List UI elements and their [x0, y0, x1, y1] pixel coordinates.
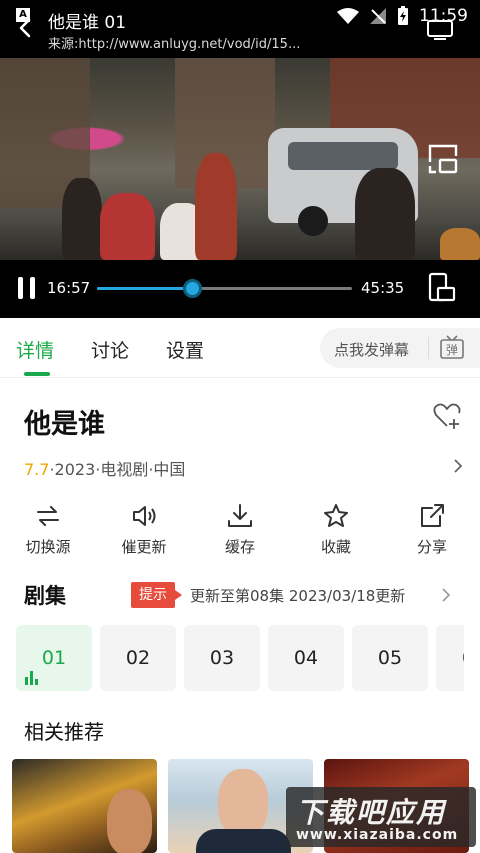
episode-list: 01 02 03 04 05 0	[16, 625, 464, 691]
switch-source-icon	[37, 506, 59, 526]
share-icon	[421, 504, 444, 527]
player-controls: 16:57 45:35	[0, 260, 480, 318]
danmaku-icon-text: 弹	[446, 343, 458, 357]
poster-figure	[107, 789, 152, 853]
pause-icon[interactable]	[16, 275, 38, 301]
picture-in-picture-icon[interactable]	[426, 142, 460, 176]
player-top-bar: A 他是谁 01 来源:http://www.anluyg.net/vod/id…	[0, 0, 480, 58]
episode-number: 04	[293, 647, 319, 669]
episodes-title: 剧集	[24, 584, 66, 608]
action-bar: 切换源 催更新 缓存 收藏 分享	[0, 498, 480, 562]
video-source: 来源:http://www.anluyg.net/vod/id/15...	[48, 37, 301, 52]
frame-person	[355, 168, 415, 260]
total-time: 45:35	[361, 279, 405, 297]
chevron-right-icon	[454, 459, 463, 473]
episode-item[interactable]: 05	[352, 625, 428, 691]
wifi-icon	[337, 8, 359, 24]
tab-bar: 详情 讨论 设置 点我发弹幕 弹	[0, 318, 480, 378]
poster-figure	[196, 829, 291, 853]
update-status[interactable]: 更新至第08集 2023/03/18更新	[190, 585, 405, 606]
speaker-icon	[133, 506, 156, 526]
show-meta[interactable]: 7.7·2023·电视剧·中国	[24, 456, 464, 479]
related-poster[interactable]	[12, 759, 157, 853]
chevron-right-icon[interactable]	[440, 586, 452, 604]
star-icon	[324, 504, 348, 527]
playing-bars-icon	[25, 671, 38, 685]
rotate-screen-icon[interactable]	[426, 272, 456, 304]
action-label: 切换源	[25, 538, 71, 556]
episode-item[interactable]: 0	[436, 625, 464, 691]
signal-off-icon	[370, 8, 386, 24]
cast-tv-icon[interactable]	[426, 18, 454, 40]
action-label: 缓存	[224, 538, 255, 556]
favorite-button[interactable]: 收藏	[296, 498, 376, 562]
episode-number: 01	[41, 647, 67, 669]
danmaku-toggle-icon[interactable]: 弹	[438, 333, 468, 363]
frame-person	[440, 228, 480, 260]
video-title: 他是谁 01	[48, 13, 127, 33]
tip-badge: 提示	[131, 582, 182, 608]
tab-settings[interactable]: 设置	[166, 336, 204, 363]
poster-figure	[218, 769, 268, 835]
active-tab-indicator	[24, 372, 50, 376]
tab-discussion[interactable]: 讨论	[91, 336, 129, 363]
download-icon	[228, 504, 252, 527]
episode-number: 05	[377, 647, 403, 669]
episode-item[interactable]: 03	[184, 625, 260, 691]
action-label: 分享	[416, 538, 447, 556]
tab-details[interactable]: 详情	[16, 336, 54, 363]
episode-number: 02	[125, 647, 151, 669]
related-title: 相关推荐	[24, 720, 104, 744]
request-update-button[interactable]: 催更新	[104, 498, 184, 562]
episode-item[interactable]: 01	[16, 625, 92, 691]
switch-source-button[interactable]: 切换源	[8, 498, 88, 562]
episode-item[interactable]: 04	[268, 625, 344, 691]
share-button[interactable]: 分享	[392, 498, 472, 562]
episode-item[interactable]: 02	[100, 625, 176, 691]
video-frame[interactable]	[0, 58, 480, 260]
frame-wheel	[298, 206, 328, 236]
action-label: 催更新	[121, 538, 167, 556]
heart-add-icon[interactable]	[432, 402, 462, 430]
meta-text: ·2023·电视剧·中国	[49, 460, 186, 479]
watermark-logo: 下载吧应用 www.xiazaiba.com	[286, 787, 476, 847]
episode-number: 03	[209, 647, 235, 669]
danmaku-send-button[interactable]: 点我发弹幕 弹	[320, 328, 480, 368]
battery-charging-icon	[398, 6, 408, 25]
download-button[interactable]: 缓存	[200, 498, 280, 562]
watermark-main: 下载吧应用	[296, 796, 447, 829]
seek-bar[interactable]	[97, 279, 352, 298]
frame-person	[62, 178, 102, 260]
current-time: 16:57	[47, 279, 91, 297]
score: 7.7	[24, 460, 50, 479]
show-title: 他是谁	[24, 409, 105, 440]
watermark-url: www.xiazaiba.com	[296, 827, 459, 843]
frame-person	[100, 193, 155, 260]
frame-person	[195, 153, 237, 260]
back-arrow-icon[interactable]	[14, 14, 36, 42]
divider	[428, 337, 429, 359]
seek-bar-progress	[97, 287, 193, 290]
seek-bar-thumb[interactable]	[183, 279, 203, 298]
action-label: 收藏	[320, 538, 351, 556]
episode-number: 0	[462, 647, 464, 669]
video-player[interactable]: A 他是谁 01 来源:http://www.anluyg.net/vod/id…	[0, 0, 480, 318]
danmaku-send-label: 点我发弹幕	[334, 341, 410, 359]
